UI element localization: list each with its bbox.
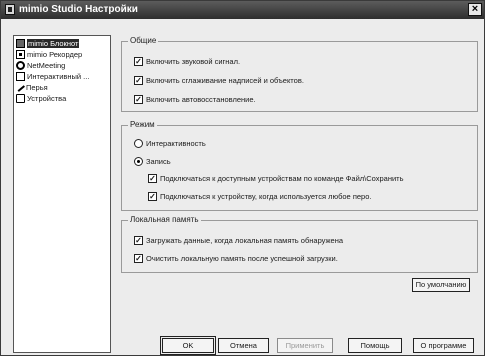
connect-on-save-label: Подключаться к доступным устройствам по … <box>160 174 404 183</box>
interactive-mode-radio[interactable] <box>134 138 143 148</box>
sound-signal-label: Включить звуковой сигнал. <box>146 57 241 66</box>
close-button[interactable]: × <box>468 3 482 16</box>
sound-signal-option[interactable]: ✓ Включить звуковой сигнал. <box>134 56 240 67</box>
mode-group-title: Режим <box>128 120 157 129</box>
ok-button[interactable]: OK <box>160 336 216 355</box>
clear-memory-checkbox[interactable]: ✓ <box>134 253 143 263</box>
smoothing-checkbox[interactable]: ✓ <box>134 75 143 85</box>
window-title: mimio Studio Настройки <box>19 4 138 15</box>
smoothing-option[interactable]: ✓ Включить сглаживание надписей и объекто… <box>134 75 304 86</box>
connect-on-pen-label: Подключаться к устройству, когда использ… <box>160 192 372 201</box>
general-group-title: Общие <box>128 36 159 45</box>
load-data-label: Загружать данные, когда локальная память… <box>146 236 344 245</box>
settings-window: mimio Studio Настройки × mimio Блокнот m… <box>0 0 485 356</box>
connect-on-save-checkbox[interactable]: ✓ <box>148 173 157 183</box>
sidebar-item-label: mimio Блокнот <box>27 39 80 48</box>
smoothing-label: Включить сглаживание надписей и объектов… <box>146 76 304 85</box>
sidebar-item-pens[interactable]: Перья <box>15 82 48 93</box>
mode-group: Режим Интерактивность Запись ✓ Подключать… <box>121 120 478 211</box>
netmeeting-icon <box>16 60 25 70</box>
load-data-checkbox[interactable]: ✓ <box>134 235 143 245</box>
sound-signal-checkbox[interactable]: ✓ <box>134 56 143 66</box>
interactive-mode-option[interactable]: Интерактивность <box>134 138 206 149</box>
local-memory-group: Локальная память ✓ Загружать данные, когд… <box>121 215 478 273</box>
sidebar-item-notebook[interactable]: mimio Блокнот <box>16 38 80 49</box>
about-button[interactable]: О программе <box>413 338 474 353</box>
pen-icon <box>15 82 25 92</box>
local-memory-group-title: Локальная память <box>128 215 201 224</box>
autorecovery-checkbox[interactable]: ✓ <box>134 94 143 104</box>
help-button[interactable]: Помощь <box>348 338 402 353</box>
settings-category-list: mimio Блокнот mimio Рекордер NetMeeting … <box>13 35 111 353</box>
sidebar-item-label: mimio Рекордер <box>27 50 83 59</box>
connect-on-pen-checkbox[interactable]: ✓ <box>148 191 157 201</box>
general-group: Общие ✓ Включить звуковой сигнал. ✓ Включи… <box>121 36 478 112</box>
record-mode-radio[interactable] <box>134 156 143 166</box>
record-mode-label: Запись <box>146 157 171 166</box>
sidebar-item-label: Перья <box>26 83 48 92</box>
connect-on-save-option[interactable]: ✓ Подключаться к доступным устройствам по… <box>148 173 404 184</box>
connect-on-pen-option[interactable]: ✓ Подключаться к устройству, когда исполь… <box>148 191 371 202</box>
restore-defaults-button[interactable]: По умолчанию <box>412 278 470 292</box>
interactive-icon <box>16 71 25 81</box>
devices-icon <box>16 93 25 103</box>
sidebar-item-label: Интерактивный ... <box>27 72 90 81</box>
sidebar-item-label: NetMeeting <box>27 61 66 70</box>
sidebar-item-interactive[interactable]: Интерактивный ... <box>16 71 89 82</box>
clear-memory-option[interactable]: ✓ Очистить локальную память после успешно… <box>134 253 338 264</box>
load-data-option[interactable]: ✓ Загружать данные, когда локальная памят… <box>134 235 343 246</box>
autorecovery-label: Включить автовосстановление. <box>146 95 256 104</box>
sidebar-item-recorder[interactable]: mimio Рекордер <box>16 49 82 60</box>
interactive-mode-label: Интерактивность <box>146 139 206 148</box>
cancel-button[interactable]: Отмена <box>218 338 269 353</box>
sidebar-item-label: Устройства <box>27 94 67 103</box>
apply-button[interactable]: Применить <box>277 338 333 353</box>
notebook-icon <box>16 38 25 48</box>
app-icon <box>5 4 15 15</box>
clear-memory-label: Очистить локальную память после успешной… <box>146 254 338 263</box>
sidebar-item-devices[interactable]: Устройства <box>16 93 66 104</box>
title-bar[interactable]: mimio Studio Настройки × <box>1 1 484 19</box>
record-mode-option[interactable]: Запись <box>134 156 171 167</box>
recorder-icon <box>16 49 25 59</box>
autorecovery-option[interactable]: ✓ Включить автовосстановление. <box>134 94 256 105</box>
sidebar-item-netmeeting[interactable]: NetMeeting <box>16 60 65 71</box>
